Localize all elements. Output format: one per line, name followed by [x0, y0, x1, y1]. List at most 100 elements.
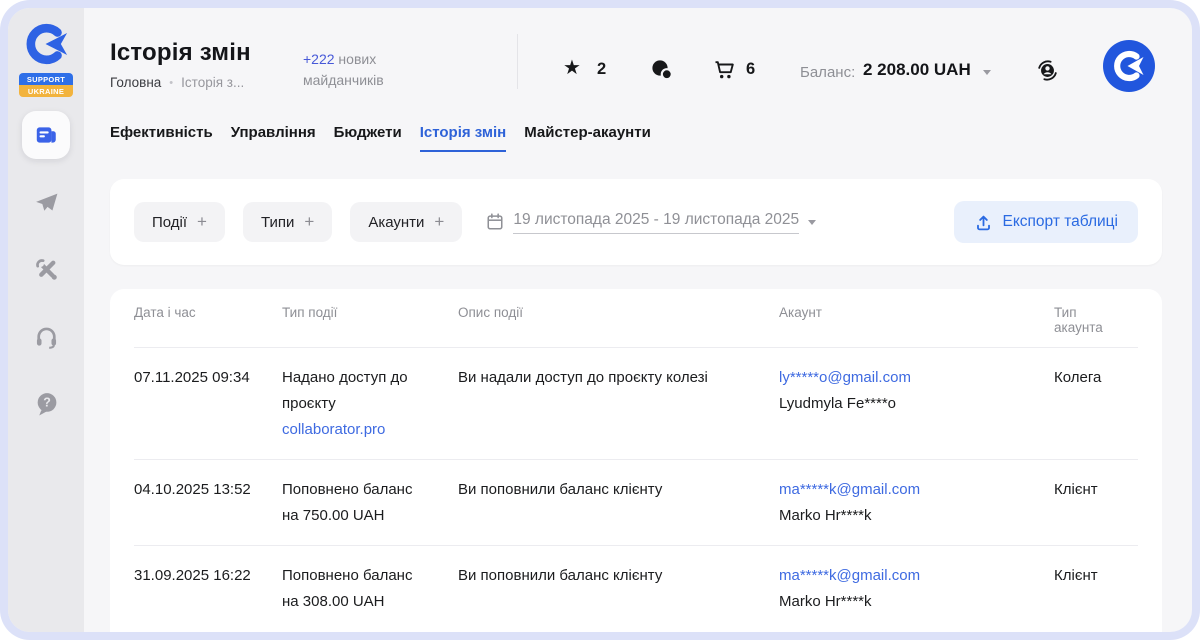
collaborator-logo[interactable] — [22, 21, 70, 72]
cell-account-type: Клієнт — [1054, 563, 1138, 615]
sidebar-item-news[interactable] — [22, 111, 70, 159]
export-table-button[interactable]: Експорт таблиці — [954, 201, 1139, 243]
sidebar-item-telegram[interactable] — [22, 178, 70, 226]
breadcrumb-current: Історія з... — [181, 75, 244, 90]
table-row: 07.11.2025 09:34 Надано доступ до проєкт… — [134, 348, 1138, 460]
breadcrumb-separator: • — [169, 77, 173, 89]
support-ukraine-badge: SUPPORT UKRAINE — [19, 73, 73, 97]
cart-count: 6 — [746, 60, 755, 79]
balance-value[interactable]: 2 208.00 UAH — [863, 60, 971, 80]
cell-account-type: Клієнт — [1054, 477, 1138, 529]
new-platforms-count: +222 — [303, 51, 335, 67]
column-header-datetime: Дата і час — [134, 305, 282, 335]
breadcrumb: Головна • Історія з... — [110, 75, 251, 90]
filter-chip-types-label: Типи — [261, 214, 294, 231]
tab-master-accounts[interactable]: Майстер-акаунти — [524, 124, 651, 152]
cell-account-type: Колега — [1054, 365, 1138, 443]
headset-icon — [33, 323, 60, 350]
column-header-account: Акаунт — [779, 305, 1054, 335]
cart-icon — [713, 58, 737, 82]
header-divider — [517, 34, 518, 89]
badge-ukraine-label: UKRAINE — [19, 85, 73, 97]
cart-button[interactable] — [713, 58, 737, 87]
cell-event-type: Надано доступ до проєкту collaborator.pr… — [282, 365, 458, 443]
account-email-link[interactable]: ly*****o@gmail.com — [779, 365, 1028, 391]
breadcrumb-home[interactable]: Головна — [110, 75, 161, 90]
table-row: 31.09.2025 16:22 Поповнено баланс на 308… — [134, 546, 1138, 631]
badge-support-label: SUPPORT — [19, 73, 73, 85]
cell-description: Ви надали доступ до проєкту колезі — [458, 365, 779, 443]
favorites-count: 2 — [597, 60, 606, 79]
balance-label: Баланс: — [800, 64, 855, 81]
cell-account: ma*****k@gmail.com Marko Hr****k — [779, 563, 1054, 615]
help-icon: ? — [33, 390, 60, 417]
plus-icon: + — [304, 212, 314, 232]
user-switch-icon — [1034, 57, 1061, 84]
plus-icon: + — [197, 212, 207, 232]
page-title: Історія змін — [110, 39, 251, 67]
cell-account: ly*****o@gmail.com Lyudmyla Fe****o — [779, 365, 1054, 443]
cell-datetime: 31.09.2025 16:22 — [134, 563, 282, 615]
cell-datetime: 07.11.2025 09:34 — [134, 365, 282, 443]
date-chevron-down-icon — [808, 220, 816, 225]
column-header-account-type: Тип акаунта — [1054, 305, 1138, 335]
upload-icon — [974, 213, 993, 232]
tools-icon — [33, 256, 60, 283]
date-range-value: 19 листопада 2025 - 19 листопада 2025 — [513, 211, 799, 234]
account-email-link[interactable]: ma*****k@gmail.com — [779, 563, 1028, 589]
collaborator-logo-icon — [22, 21, 70, 67]
column-header-description: Опис події — [458, 305, 779, 335]
filter-chip-events[interactable]: Події + — [134, 202, 225, 242]
new-platforms-note[interactable]: +222 нових майданчиків — [303, 49, 433, 91]
cell-event-type: Поповнено баланс на 750.00 UAH — [282, 477, 458, 529]
chat-icon — [650, 58, 674, 82]
news-icon — [33, 122, 59, 148]
sidebar-nav: ? — [22, 111, 70, 427]
cell-description: Ви поповнили баланс клієнту — [458, 563, 779, 615]
filter-chip-accounts[interactable]: Акаунти + — [350, 202, 462, 242]
cell-datetime: 04.10.2025 13:52 — [134, 477, 282, 529]
sidebar-item-support[interactable] — [22, 312, 70, 360]
cell-account: ma*****k@gmail.com Marko Hr****k — [779, 477, 1054, 529]
table-row: 04.10.2025 13:52 Поповнено баланс на 750… — [134, 460, 1138, 546]
svg-text:?: ? — [43, 395, 51, 409]
tab-change-history[interactable]: Історія змін — [420, 124, 506, 152]
balance-chevron-down-icon[interactable] — [983, 70, 991, 75]
page-frame: SUPPORT UKRAINE — [0, 0, 1200, 640]
plus-icon: + — [434, 212, 444, 232]
sidebar: SUPPORT UKRAINE — [8, 8, 84, 632]
header: Історія змін Головна • Історія з... +222… — [84, 8, 1192, 112]
profile-avatar[interactable] — [1102, 39, 1156, 93]
filter-chip-types[interactable]: Типи + — [243, 202, 332, 242]
tab-budgets[interactable]: Бюджети — [334, 124, 402, 152]
user-switch-button[interactable] — [1034, 57, 1061, 89]
tab-efficiency[interactable]: Ефективність — [110, 124, 213, 152]
filter-chip-accounts-label: Акаунти — [368, 214, 424, 231]
project-link[interactable]: collaborator.pro — [282, 417, 432, 443]
telegram-icon — [33, 189, 60, 216]
cell-description: Ви поповнили баланс клієнту — [458, 477, 779, 529]
sidebar-item-help[interactable]: ? — [22, 379, 70, 427]
chat-button[interactable] — [650, 58, 674, 87]
event-type-text: Надано доступ до проєкту — [282, 369, 408, 412]
tab-management[interactable]: Управління — [231, 124, 316, 152]
date-range-picker[interactable]: 19 листопада 2025 - 19 листопада 2025 — [486, 211, 816, 234]
table-header-row: Дата і час Тип події Опис події Акаунт Т… — [134, 289, 1138, 348]
export-table-label: Експорт таблиці — [1003, 213, 1119, 231]
account-name: Lyudmyla Fe****o — [779, 391, 1028, 417]
avatar-logo-icon — [1102, 39, 1156, 93]
tab-bar: Ефективність Управління Бюджети Історія … — [84, 112, 1192, 152]
app-window: SUPPORT UKRAINE — [8, 8, 1192, 632]
sidebar-item-tools[interactable] — [22, 245, 70, 293]
column-header-event-type: Тип події — [282, 305, 458, 335]
filter-bar: Події + Типи + Акаунти + 19 листопада 20… — [110, 179, 1162, 265]
calendar-icon — [486, 212, 504, 232]
account-name: Marko Hr****k — [779, 589, 1028, 615]
title-block: Історія змін Головна • Історія з... — [110, 39, 251, 90]
account-email-link[interactable]: ma*****k@gmail.com — [779, 477, 1028, 503]
main-area: Історія змін Головна • Історія з... +222… — [84, 8, 1192, 632]
favorites-star-icon[interactable]: ★ — [563, 57, 581, 79]
account-name: Marko Hr****k — [779, 503, 1028, 529]
history-table: Дата і час Тип події Опис події Акаунт Т… — [110, 289, 1162, 632]
cell-event-type: Поповнено баланс на 308.00 UAH — [282, 563, 458, 615]
